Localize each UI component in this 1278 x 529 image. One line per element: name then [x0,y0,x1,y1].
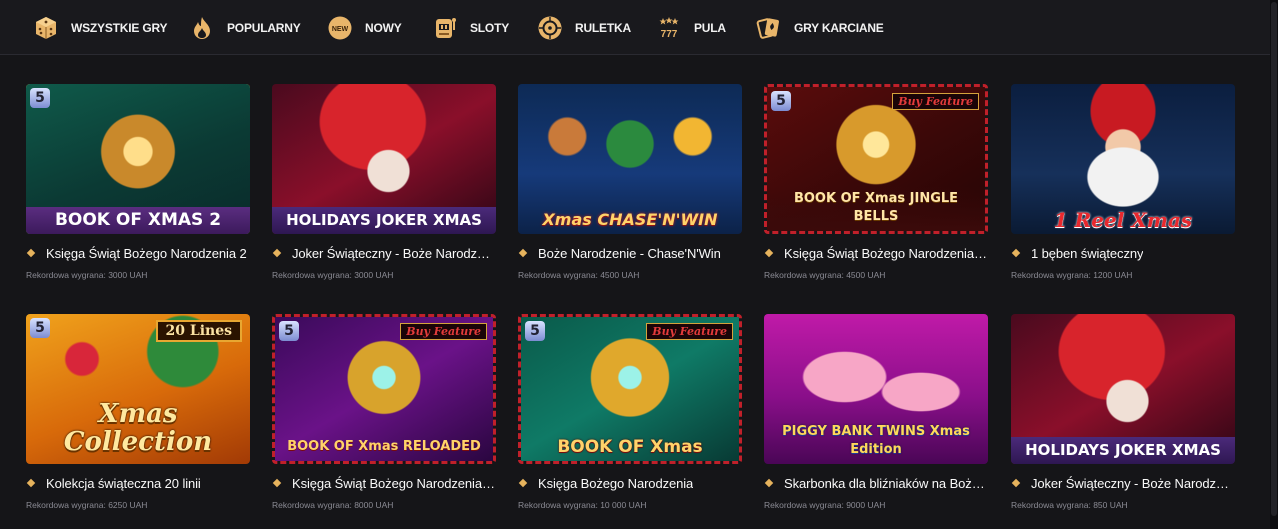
game-card[interactable]: 5 BOOK OF XMAS 2 Księga Świąt Bożego Nar… [26,84,250,280]
game-card[interactable]: 5 20 Lines Xmas Collection Kolekcja świą… [26,314,250,510]
game-art-title: BOOK OF Xmas RELOADED [287,439,481,454]
game-name: Joker Świąteczny - Boże Narodzenie [1031,475,1235,491]
jackpot-777-icon: 777 [656,15,682,41]
game-thumbnail[interactable]: HOLIDAYS JOKER XMAS [272,84,496,234]
diamond-icon [272,248,282,258]
svg-text:NEW: NEW [332,26,349,33]
nav-jackpot[interactable]: 777 PULA [656,13,726,43]
game-card[interactable]: Xmas CHASE'N'WIN Boże Narodzenie - Chase… [518,84,742,280]
game-art-title: BOOK OF Xmas JINGLE BELLS [767,186,985,231]
record-win: Rekordowa wygrana: 9000 UAH [764,500,886,510]
diamond-icon [518,248,528,258]
game-name: Księga Bożego Narodzenia [538,475,694,491]
game-name: 1 bęben świąteczny [1031,245,1144,261]
roulette-icon [537,15,563,41]
record-win: Rekordowa wygrana: 3000 UAH [26,270,148,280]
game-name: Księga Świąt Bożego Narodzenia 2 [46,245,247,261]
nav-label: NOWY [365,21,402,35]
record-win: Rekordowa wygrana: 4500 UAH [764,270,886,280]
diamond-icon [26,248,36,258]
record-win: Rekordowa wygrana: 6250 UAH [26,500,148,510]
buy-feature-tag: Buy Feature [400,323,487,340]
scrollbar[interactable] [1270,0,1278,529]
game-thumbnail[interactable]: 5 BOOK OF XMAS 2 [26,84,250,234]
slot-machine-icon [432,15,458,41]
game-card[interactable]: 5 Buy Feature BOOK OF Xmas Księga Bożego… [518,314,742,510]
nav-card-games[interactable]: GRY KARCIANE [756,13,884,43]
game-art-title: Xmas CHASE'N'WIN [542,210,718,229]
playing-cards-icon [756,15,782,41]
game-thumbnail[interactable]: HOLIDAYS JOKER XMAS [1011,314,1235,464]
game-art-title: HOLIDAYS JOKER XMAS [272,207,496,234]
nav-label: SLOTY [470,21,510,35]
game-art-title: 1 Reel Xmas [1053,208,1193,232]
buy-feature-tag: Buy Feature [646,323,733,340]
diamond-icon [1011,478,1021,488]
diamond-icon [1011,248,1021,258]
game-thumbnail[interactable]: 5 Buy Feature BOOK OF Xmas [518,314,742,464]
diamond-icon [272,478,282,488]
nav-all-games[interactable]: WSZYSTKIE GRY [33,13,167,43]
record-win: Rekordowa wygrana: 1200 UAH [1011,270,1133,280]
nav-new[interactable]: NEW NOWY [327,13,402,43]
game-name: Księga Świąt Bożego Narodzenia Reloaded [292,475,496,491]
game-card[interactable]: 5 Buy Feature BOOK OF Xmas RELOADED Księ… [272,314,496,510]
nav-label: POPULARNY [227,21,301,35]
nav-roulette[interactable]: RULETKA [537,13,631,43]
record-win: Rekordowa wygrana: 850 UAH [1011,500,1128,510]
record-win: Rekordowa wygrana: 10 000 UAH [518,500,647,510]
diamond-icon [764,248,774,258]
nav-label: GRY KARCIANE [794,21,884,35]
game-art-title: PIGGY BANK TWINS Xmas Edition [782,424,970,457]
game-card[interactable]: HOLIDAYS JOKER XMAS Joker Świąteczny - B… [1011,314,1235,510]
game-card[interactable]: 1 Reel Xmas 1 bęben świąteczny Rekordowa… [1011,84,1235,280]
diamond-icon [518,478,528,488]
category-nav: WSZYSTKIE GRY POPULARNY NEW NOWY SLOTY R… [0,0,1270,55]
game-thumbnail[interactable]: 1 Reel Xmas [1011,84,1235,234]
scrollbar-thumb[interactable] [1271,2,1277,516]
record-win: Rekordowa wygrana: 8000 UAH [272,500,394,510]
record-win: Rekordowa wygrana: 4500 UAH [518,270,640,280]
game-name: Księga Świąt Bożego Narodzenia Jingle Be… [784,245,988,261]
game-thumbnail[interactable]: 5 20 Lines Xmas Collection [26,314,250,464]
dice-icon [33,15,59,41]
game-name: Joker Świąteczny - Boże Narodzenie [292,245,496,261]
game-thumbnail[interactable]: 5 Buy Feature BOOK OF Xmas JINGLE BELLS [764,84,988,234]
game-art-title: HOLIDAYS JOKER XMAS [1011,437,1235,464]
game-art-title: BOOK OF XMAS 2 [26,207,250,234]
nav-label: PULA [694,21,726,35]
provider-badge: 5 [771,91,791,111]
game-thumbnail[interactable]: PIGGY BANK TWINS Xmas Edition [764,314,988,464]
game-thumbnail[interactable]: Xmas CHASE'N'WIN [518,84,742,234]
nav-label: RULETKA [575,21,631,35]
provider-badge: 5 [279,321,299,341]
game-art-title: BOOK OF Xmas [557,437,703,457]
flame-icon [189,15,215,41]
diamond-icon [26,478,36,488]
game-art-title: Xmas Collection [63,399,213,457]
game-card[interactable]: PIGGY BANK TWINS Xmas Edition Skarbonka … [764,314,988,510]
provider-badge: 5 [30,318,50,338]
game-thumbnail[interactable]: 5 Buy Feature BOOK OF Xmas RELOADED [272,314,496,464]
diamond-icon [764,478,774,488]
provider-badge: 5 [30,88,50,108]
nav-label: WSZYSTKIE GRY [71,21,168,35]
buy-feature-tag: Buy Feature [892,93,979,110]
nav-popular[interactable]: POPULARNY [189,13,301,43]
game-card[interactable]: HOLIDAYS JOKER XMAS Joker Świąteczny - B… [272,84,496,280]
svg-text:777: 777 [661,29,678,40]
lines-tag: 20 Lines [155,320,242,342]
nav-slots[interactable]: SLOTY [432,13,509,43]
game-name: Boże Narodzenie - Chase'N'Win [538,245,721,261]
game-card[interactable]: 5 Buy Feature BOOK OF Xmas JINGLE BELLS … [764,84,988,280]
record-win: Rekordowa wygrana: 3000 UAH [272,270,394,280]
provider-badge: 5 [525,321,545,341]
game-name: Skarbonka dla bliźniaków na Boże Narodze… [784,475,988,491]
game-name: Kolekcja świąteczna 20 linii [46,475,201,491]
new-badge-icon: NEW [327,15,353,41]
